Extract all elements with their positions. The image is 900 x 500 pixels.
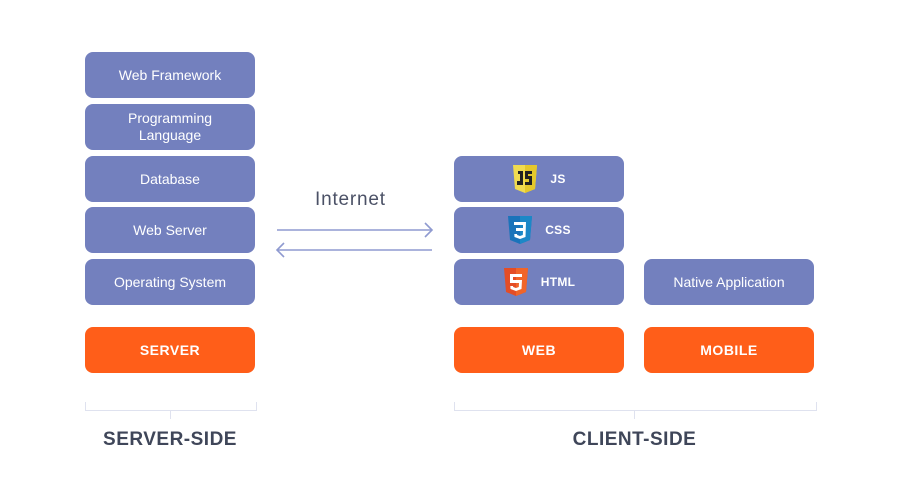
- server-layer-web-framework: Web Framework: [85, 52, 255, 98]
- internet-label: Internet: [315, 189, 386, 210]
- layer-label: Native Application: [673, 273, 785, 290]
- base-label: WEB: [521, 342, 557, 358]
- layer-label: JS: [550, 171, 566, 186]
- layer-label: CSS: [545, 222, 571, 237]
- mobile-base: MOBILE: [644, 327, 814, 373]
- client-side-bracket: [454, 402, 817, 411]
- server-base: SERVER: [85, 327, 255, 373]
- server-side-bracket-tick: [170, 411, 171, 419]
- web-layer-html: HTML: [454, 259, 624, 305]
- web-layer-css: CSS: [454, 207, 624, 253]
- internet-arrows: [275, 222, 434, 258]
- server-side-bracket: [85, 402, 257, 411]
- base-label: SERVER: [139, 342, 201, 358]
- web-layer-js: JS: [454, 156, 624, 202]
- html5-shield-icon: [503, 268, 528, 296]
- server-layer-web-server: Web Server: [85, 207, 255, 253]
- server-layer-database: Database: [85, 156, 255, 202]
- layer-label: Web Server: [133, 221, 207, 238]
- arrow-left-icon: [275, 242, 432, 258]
- js-shield-icon: [513, 165, 538, 193]
- client-side-label: CLIENT-SIDE: [572, 429, 697, 450]
- server-layer-programming-language: Programming Language: [85, 104, 255, 150]
- server-layer-operating-system: Operating System: [85, 259, 255, 305]
- client-side-bracket-tick: [634, 411, 635, 419]
- layer-label: Programming Language: [127, 110, 213, 143]
- layer-label: HTML: [540, 274, 576, 289]
- layer-label: Database: [140, 170, 200, 187]
- css3-shield-icon: [508, 216, 533, 244]
- layer-label: Web Framework: [118, 66, 222, 83]
- layer-label: Operating System: [113, 273, 227, 290]
- arrow-right-icon: [277, 222, 434, 238]
- base-label: MOBILE: [700, 342, 758, 358]
- web-base: WEB: [454, 327, 624, 373]
- server-side-label: SERVER-SIDE: [103, 429, 237, 450]
- mobile-layer-native-application: Native Application: [644, 259, 814, 305]
